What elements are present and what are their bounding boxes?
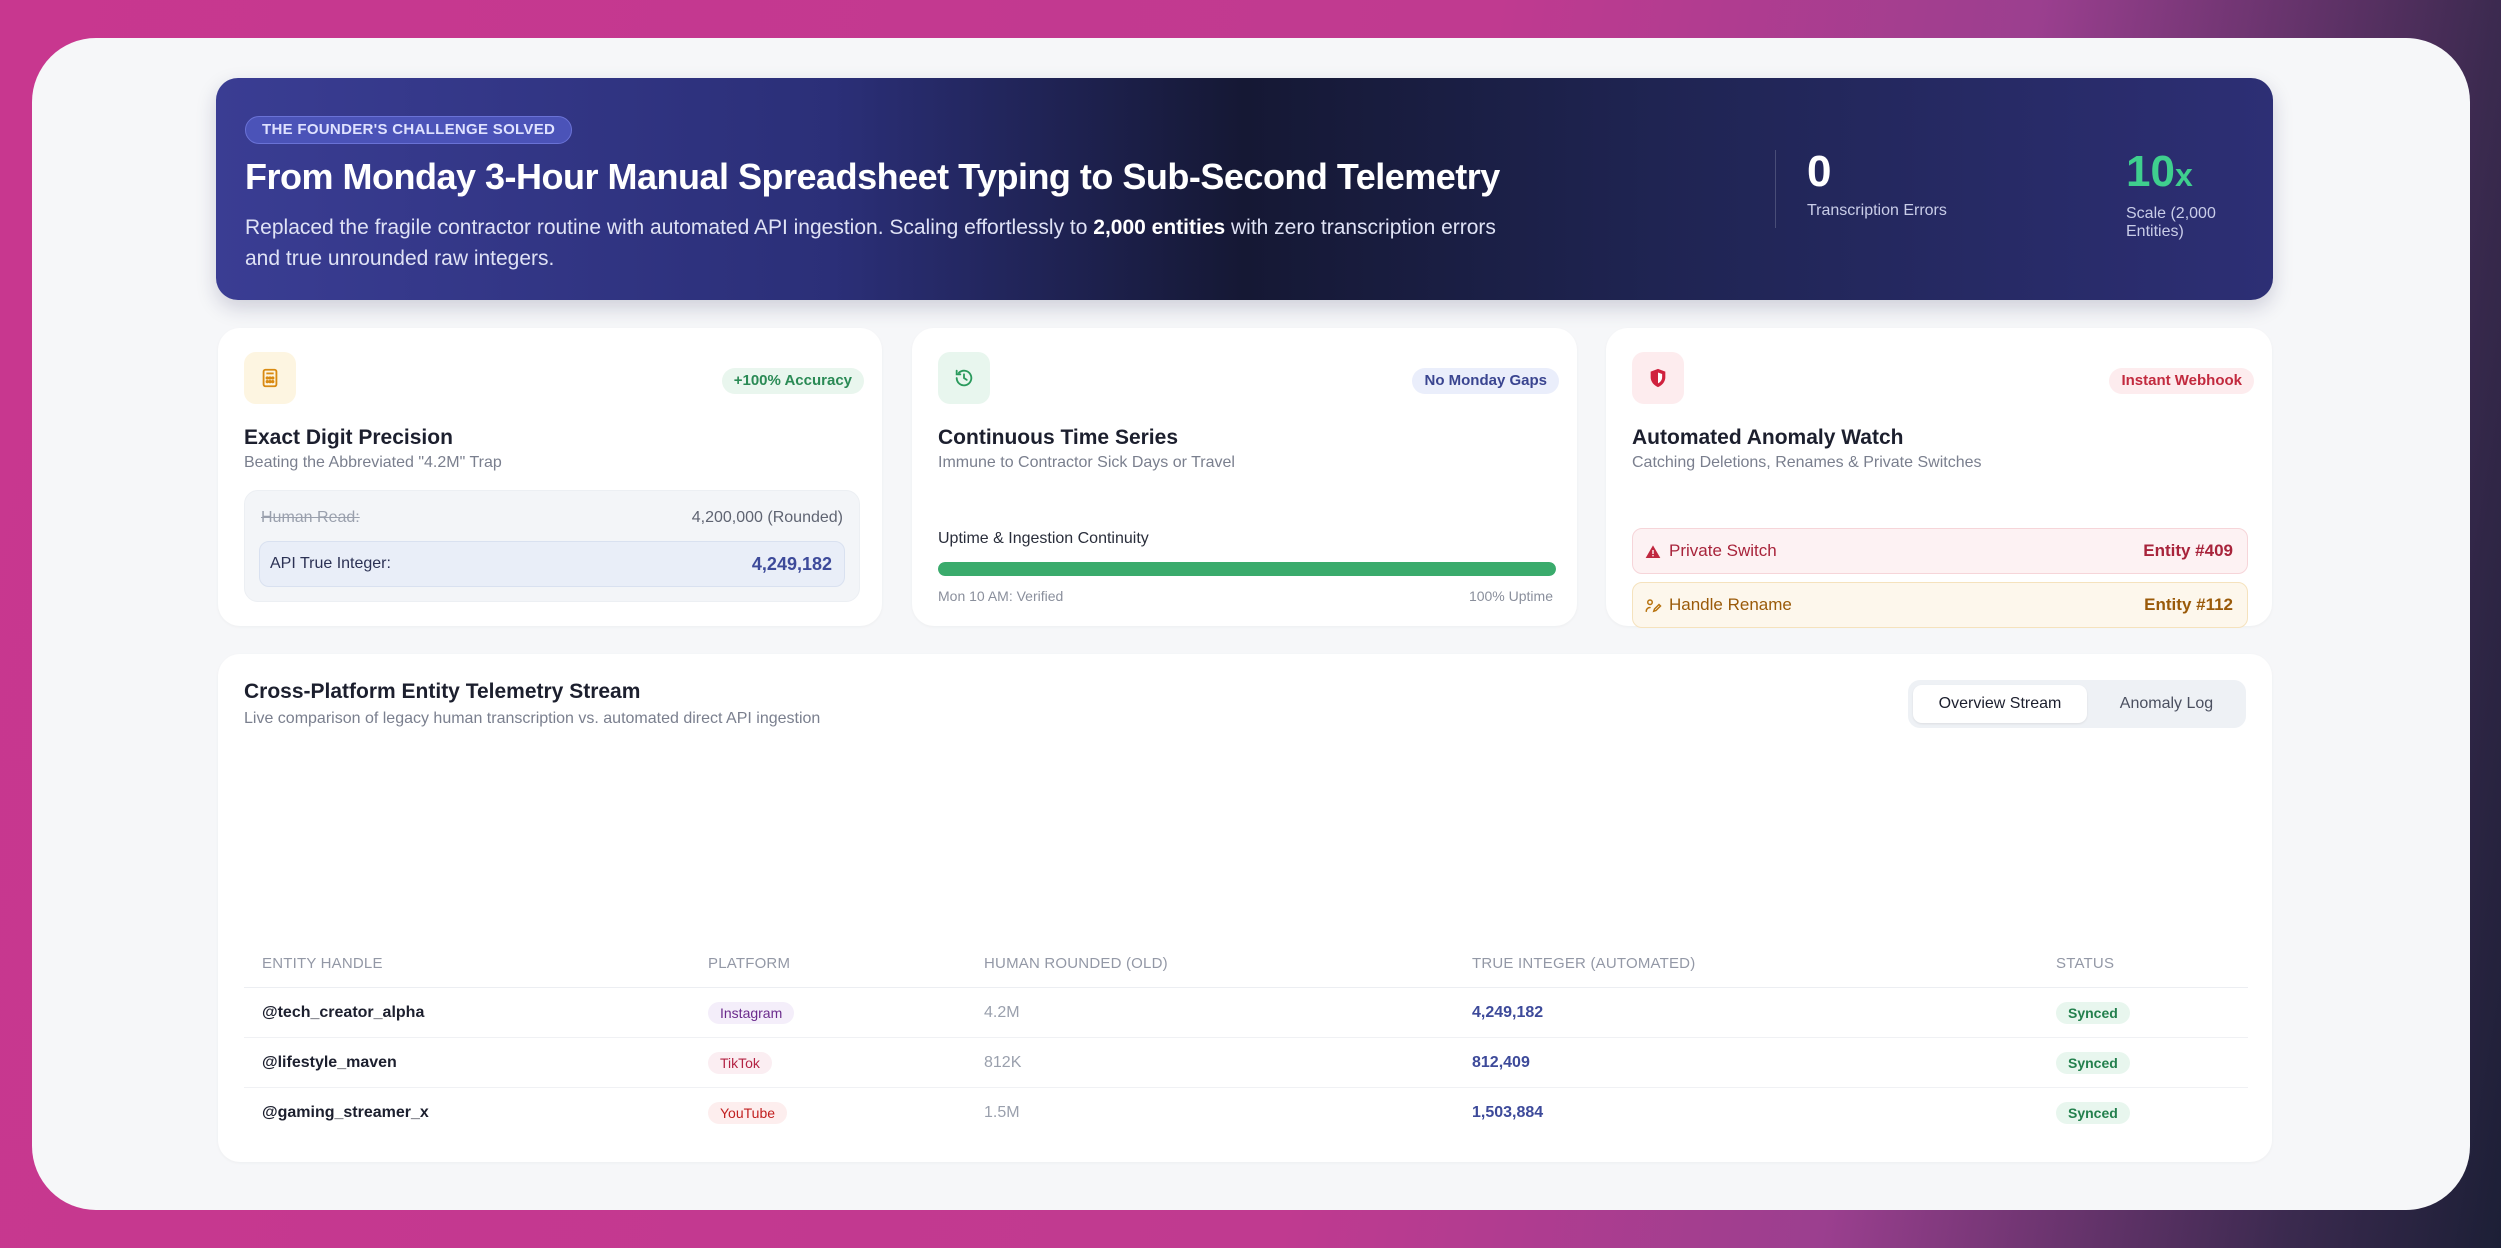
status-badge: Synced	[2056, 1101, 2130, 1124]
status-cell: Synced	[2056, 988, 2130, 1038]
stat-label: Scale (2,000 Entities)	[2126, 205, 2216, 240]
hero-desc-emphasis: 2,000 entities	[1093, 216, 1226, 239]
alert-entity: Entity #409	[2143, 541, 2233, 560]
card-title: Continuous Time Series	[938, 426, 1178, 449]
hero-title: From Monday 3-Hour Manual Spreadsheet Ty…	[245, 156, 1500, 197]
stream-title: Cross-Platform Entity Telemetry Stream	[244, 680, 641, 703]
human-rounded-value: 4.2M	[984, 1004, 1020, 1021]
true-integer-value: 812,409	[1472, 1054, 1530, 1071]
alert-label: Handle Rename	[1669, 595, 1792, 614]
stat-suffix: x	[2174, 157, 2193, 193]
entity-handle: @gaming_streamer_x	[262, 1104, 429, 1121]
entity-handle: @tech_creator_alpha	[262, 1004, 425, 1021]
status-badge: Synced	[2056, 1051, 2130, 1074]
card-exact-digit-precision: +100% Accuracy Exact Digit Precision Bea…	[218, 328, 882, 626]
human-read-label: Human Read:	[261, 509, 360, 526]
history-icon	[938, 352, 990, 404]
alert-label: Private Switch	[1669, 541, 1777, 560]
platform-cell: TikTok	[708, 1038, 772, 1088]
stat-number: 0	[1807, 147, 1832, 196]
value-comparison: Human Read: 4,200,000 (Rounded) API True…	[244, 490, 860, 602]
tab-anomaly-log[interactable]: Anomaly Log	[2092, 685, 2241, 723]
uptime-label: Uptime & Ingestion Continuity	[938, 530, 1149, 547]
alert-handle-rename[interactable]: Handle Rename Entity #112	[1632, 582, 2248, 628]
hero-description: Replaced the fragile contractor routine …	[245, 212, 1535, 274]
status-cell: Synced	[2056, 1038, 2130, 1088]
platform-chip: TikTok	[708, 1051, 772, 1074]
table-row[interactable]: @gaming_streamer_x YouTube 1.5M 1,503,88…	[244, 1088, 2248, 1138]
tab-overview-stream[interactable]: Overview Stream	[1913, 685, 2087, 723]
stat-transcription-errors: 0 Transcription Errors	[1807, 148, 1947, 220]
column-header: TRUE INTEGER (AUTOMATED)	[1472, 955, 1696, 972]
platform-chip: Instagram	[708, 1001, 795, 1024]
platform-chip: YouTube	[708, 1101, 788, 1124]
shield-icon	[1632, 352, 1684, 404]
platform-cell: YouTube	[708, 1088, 788, 1138]
api-integer-value: 4,249,182	[751, 554, 832, 574]
calculator-icon	[244, 352, 296, 404]
alert-entity: Entity #112	[2144, 595, 2233, 614]
accuracy-badge: +100% Accuracy	[721, 368, 864, 394]
hero-pill: THE FOUNDER'S CHALLENGE SOLVED	[245, 116, 573, 144]
platform-cell: Instagram	[708, 988, 795, 1038]
stat-scale: 10x Scale (2,000 Entities)	[2126, 148, 2273, 241]
stat-label: Transcription Errors	[1807, 202, 1947, 219]
card-automated-anomaly-watch: Instant Webhook Automated Anomaly Watch …	[1606, 328, 2272, 628]
rename-icon	[1643, 583, 1663, 627]
entity-handle: @lifestyle_maven	[262, 1054, 397, 1071]
uptime-caption: 100% Uptime	[1468, 588, 1553, 604]
stat-value: 0	[1807, 148, 1947, 196]
hero-divider	[1775, 150, 1776, 228]
alert-private-switch[interactable]: Private Switch Entity #409	[1632, 528, 2248, 574]
uptime-progress-fill	[938, 562, 1556, 576]
status-cell: Synced	[2056, 1088, 2130, 1138]
stream-subtitle: Live comparison of legacy human transcri…	[244, 710, 821, 727]
api-integer-label: API True Integer:	[270, 555, 391, 572]
human-rounded-value: 812K	[984, 1054, 1022, 1071]
uptime-progress-bar	[938, 562, 1556, 576]
human-rounded-value: 1.5M	[984, 1104, 1020, 1121]
table-row[interactable]: @lifestyle_maven TikTok 812K 812,409 Syn…	[244, 1038, 2248, 1088]
stat-value: 10x	[2126, 148, 2273, 199]
column-header: PLATFORM	[708, 955, 791, 972]
card-continuous-time-series: No Monday Gaps Continuous Time Series Im…	[912, 328, 1577, 626]
column-header: STATUS	[2056, 955, 2115, 972]
column-header: ENTITY HANDLE	[262, 955, 383, 972]
instant-webhook-badge: Instant Webhook	[2109, 368, 2254, 394]
status-badge: Synced	[2056, 1001, 2130, 1024]
stat-number: 10	[2126, 147, 2175, 196]
card-subtitle: Immune to Contractor Sick Days or Travel	[938, 454, 1235, 471]
verified-caption: Mon 10 AM: Verified	[938, 588, 1064, 604]
telemetry-table: ENTITY HANDLE PLATFORM HUMAN ROUNDED (OL…	[244, 940, 2248, 1138]
true-integer-value: 1,503,884	[1472, 1104, 1544, 1121]
warning-icon	[1643, 529, 1663, 573]
card-subtitle: Beating the Abbreviated "4.2M" Trap	[244, 454, 502, 471]
api-integer-row: API True Integer: 4,249,182	[259, 541, 845, 587]
no-monday-gaps-badge: No Monday Gaps	[1412, 368, 1559, 394]
card-subtitle: Catching Deletions, Renames & Private Sw…	[1632, 454, 1982, 471]
hero-banner: THE FOUNDER'S CHALLENGE SOLVED From Mond…	[216, 78, 2273, 300]
column-header: HUMAN ROUNDED (OLD)	[984, 955, 1168, 972]
card-title: Automated Anomaly Watch	[1632, 426, 1904, 449]
table-header: ENTITY HANDLE PLATFORM HUMAN ROUNDED (OL…	[244, 940, 2248, 988]
hero-desc-text: Replaced the fragile contractor routine …	[245, 216, 1094, 239]
telemetry-stream-panel: Cross-Platform Entity Telemetry Stream L…	[218, 654, 2272, 1162]
view-tabs: Overview Stream Anomaly Log	[1908, 680, 2246, 728]
true-integer-value: 4,249,182	[1472, 1004, 1544, 1021]
table-row[interactable]: @tech_creator_alpha Instagram 4.2M 4,249…	[244, 988, 2248, 1038]
human-read-row: Human Read: 4,200,000 (Rounded)	[261, 509, 843, 527]
card-title: Exact Digit Precision	[244, 426, 453, 449]
app-frame: THE FOUNDER'S CHALLENGE SOLVED From Mond…	[32, 38, 2470, 1210]
human-read-value: 4,200,000 (Rounded)	[691, 509, 843, 526]
